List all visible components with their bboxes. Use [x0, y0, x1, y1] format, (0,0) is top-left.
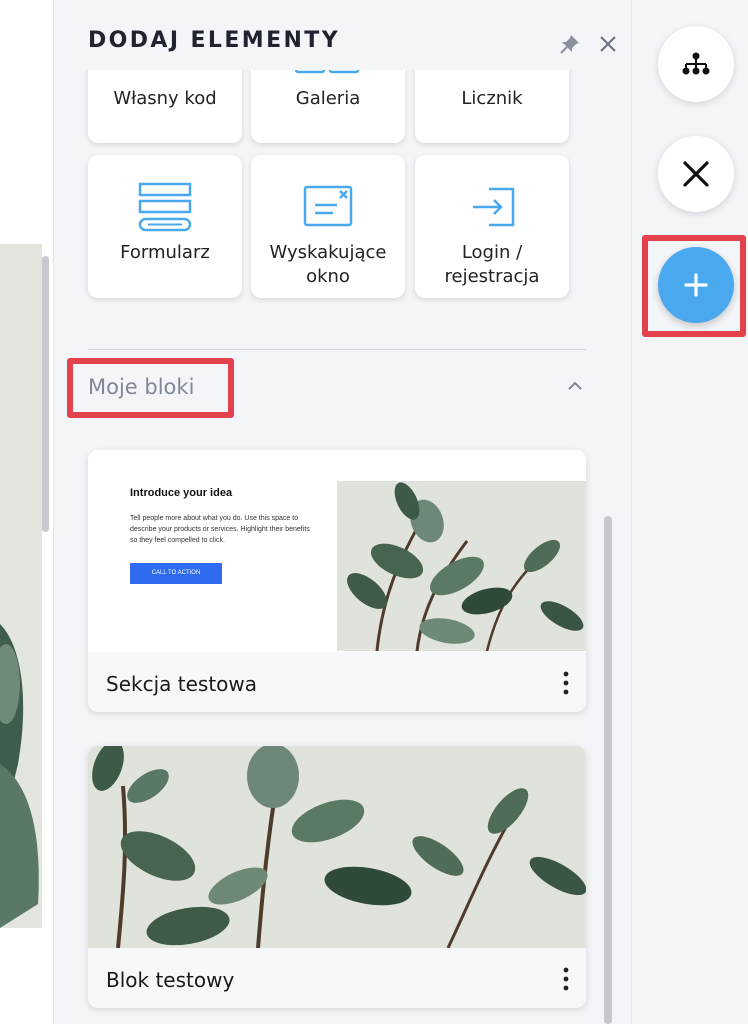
canvas-scrollbar[interactable]	[42, 256, 49, 532]
preview-plant-image	[337, 481, 586, 651]
block-card-test-section[interactable]: Introduce your idea Tell people more abo…	[88, 450, 586, 712]
section-divider	[88, 349, 586, 350]
highlight-my-blocks	[67, 358, 234, 418]
tools-icon	[683, 161, 709, 187]
preview-cta-button: CALL TO ACTION	[130, 563, 222, 584]
element-label: Galeria	[295, 88, 361, 109]
canvas-preview	[0, 0, 53, 1024]
element-label-line1: Wyskakujące	[269, 242, 387, 263]
element-card-popup[interactable]: Wyskakujące okno	[251, 155, 405, 298]
right-toolbar	[631, 0, 748, 1024]
preview-body: Tell people more about what you do. Use …	[130, 515, 310, 544]
block-preview-plant-image	[88, 746, 586, 948]
pin-icon[interactable]	[559, 33, 581, 55]
block-card-test-block[interactable]: Blok testowy	[88, 746, 586, 1008]
panel-header: DODAJ ELEMENTY	[54, 0, 631, 70]
block-caption: Sekcja testowa	[106, 672, 258, 696]
preview-heading: Introduce your idea	[130, 487, 233, 499]
highlight-add-button	[642, 235, 746, 337]
element-card-form[interactable]: Formularz	[88, 155, 242, 298]
element-label: Własny kod	[113, 88, 217, 109]
element-label: Formularz	[120, 242, 210, 263]
sitemap-icon	[682, 52, 710, 75]
element-label-line2: rejestracja	[444, 266, 540, 287]
form-icon	[138, 182, 192, 232]
popup-icon	[303, 185, 353, 227]
login-icon	[473, 187, 515, 227]
element-label-line2: okno	[306, 266, 350, 287]
more-vertical-icon[interactable]	[558, 966, 574, 992]
design-tools-button[interactable]	[658, 136, 734, 212]
element-label-line1: Login /	[461, 242, 523, 263]
block-caption: Blok testowy	[106, 968, 235, 992]
add-elements-panel: Własny kod Galeria Licznik Formularz Wys…	[53, 0, 631, 1024]
block-preview: Introduce your idea Tell people more abo…	[88, 450, 586, 652]
close-icon[interactable]	[597, 33, 619, 55]
structure-button[interactable]	[658, 26, 734, 102]
element-label: Licznik	[461, 88, 523, 109]
more-vertical-icon[interactable]	[558, 670, 574, 696]
panel-title: DODAJ ELEMENTY	[88, 28, 341, 53]
chevron-up-icon[interactable]	[564, 378, 586, 394]
canvas-plant-image	[0, 244, 42, 928]
panel-scrollbar[interactable]	[604, 516, 612, 1024]
element-card-login[interactable]: Login / rejestracja	[415, 155, 569, 298]
